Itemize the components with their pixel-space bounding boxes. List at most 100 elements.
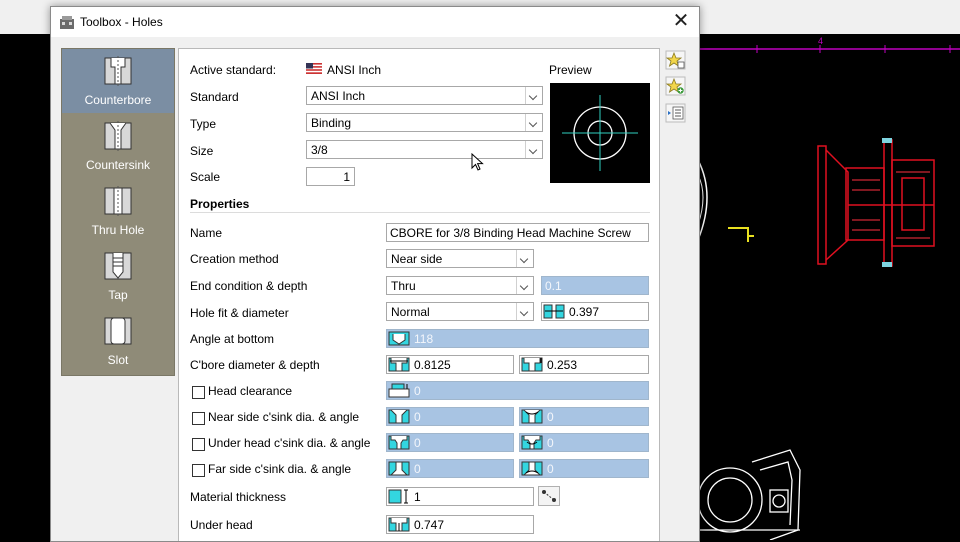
chevron-down-icon[interactable] <box>525 141 542 158</box>
toolbox-holes-dialog: Toolbox - Holes ✕ Counterbore Countersin… <box>50 6 700 542</box>
hole-fit-label: Hole fit & diameter <box>190 306 289 320</box>
type-select[interactable]: Binding <box>306 113 543 132</box>
standard-value: ANSI Inch <box>311 89 366 103</box>
hole-type-counterbore[interactable]: Counterbore <box>62 49 174 113</box>
far-csink-dia-icon <box>388 461 410 476</box>
material-thickness-value: 1 <box>414 490 421 504</box>
end-condition-label: End condition & depth <box>190 279 308 293</box>
under-head-csink-label: Under head c'sink dia. & angle <box>208 436 371 450</box>
active-standard-label: Active standard: <box>190 63 277 77</box>
cbore-diameter-input[interactable]: 0.8125 <box>386 355 514 374</box>
hole-type-sidebar: Counterbore Countersink Thru Hole Tap Sl… <box>61 48 175 376</box>
cbore-depth-icon <box>521 357 543 372</box>
creation-method-label: Creation method <box>190 252 279 266</box>
hole-type-slot[interactable]: Slot <box>62 309 174 373</box>
add-to-favorites-button[interactable] <box>665 76 686 96</box>
ruler-label: 4 <box>818 36 823 46</box>
head-clearance-checkbox[interactable] <box>192 386 205 399</box>
far-csink-angle-input: 0 <box>519 459 649 478</box>
hole-type-label: Slot <box>107 353 129 367</box>
properties-divider <box>190 212 650 213</box>
chevron-down-icon[interactable] <box>516 303 533 320</box>
material-thickness-icon <box>388 489 408 504</box>
chevron-down-icon[interactable] <box>525 114 542 131</box>
scale-value: 1 <box>343 170 350 184</box>
under-head-input[interactable]: 0.747 <box>386 515 534 534</box>
under-head-csink-angle-icon <box>521 435 543 450</box>
under-head-value: 0.747 <box>414 518 445 532</box>
cbore-depth-input[interactable]: 0.253 <box>519 355 649 374</box>
far-csink-dia-value: 0 <box>414 462 421 476</box>
chevron-down-icon[interactable] <box>525 87 542 104</box>
under-head-csink-angle-input: 0 <box>519 433 649 452</box>
near-csink-angle-value: 0 <box>547 410 554 424</box>
cbore-diameter-value: 0.8125 <box>414 358 451 372</box>
type-label: Type <box>190 117 217 131</box>
near-csink-dia-value: 0 <box>414 410 421 424</box>
window-title: Toolbox - Holes <box>80 15 163 29</box>
scale-input[interactable]: 1 <box>306 167 355 186</box>
end-condition-value: Thru <box>391 279 416 293</box>
measure-icon <box>542 490 556 502</box>
far-csink-label: Far side c'sink dia. & angle <box>208 462 352 476</box>
size-label: Size <box>190 144 214 158</box>
material-thickness-label: Material thickness <box>190 490 287 504</box>
hole-fit-select[interactable]: Normal <box>386 302 534 321</box>
head-clearance-icon <box>388 383 410 398</box>
head-clearance-value: 0 <box>414 384 421 398</box>
name-input[interactable]: CBORE for 3/8 Binding Head Machine Screw <box>386 223 649 242</box>
measure-button[interactable] <box>538 486 560 506</box>
drill-angle-icon <box>388 331 410 346</box>
material-thickness-input[interactable]: 1 <box>386 487 534 506</box>
us-flag-icon <box>306 63 322 74</box>
close-icon: ✕ <box>672 10 690 32</box>
size-select[interactable]: 3/8 <box>306 140 543 159</box>
chevron-down-icon[interactable] <box>516 277 533 294</box>
close-button[interactable]: ✕ <box>663 7 699 37</box>
near-csink-dia-icon <box>388 409 410 424</box>
hole-type-thru-hole[interactable]: Thru Hole <box>62 179 174 243</box>
star-add-icon <box>665 76 686 96</box>
under-head-csink-dia-input: 0 <box>386 433 514 452</box>
chevron-down-icon[interactable] <box>516 250 533 267</box>
preview-drawing <box>562 95 638 171</box>
type-value: Binding <box>311 116 352 130</box>
toolbox-icon <box>60 16 74 29</box>
countersink-icon <box>104 121 132 151</box>
size-value: 3/8 <box>311 143 328 157</box>
under-head-csink-dia-icon <box>388 435 410 450</box>
hole-type-label: Tap <box>108 288 128 302</box>
near-csink-checkbox[interactable] <box>192 412 205 425</box>
near-csink-dia-input: 0 <box>386 407 514 426</box>
under-head-csink-checkbox[interactable] <box>192 438 205 451</box>
hole-fit-value: Normal <box>391 305 430 319</box>
under-head-label: Under head <box>190 518 253 532</box>
creation-method-value: Near side <box>391 252 443 266</box>
angle-bottom-label: Angle at bottom <box>190 332 275 346</box>
angle-bottom-input: 118 <box>386 329 649 348</box>
hole-type-tap[interactable]: Tap <box>62 244 174 308</box>
hole-diameter-input[interactable]: 0.397 <box>541 302 649 321</box>
hole-diameter-value: 0.397 <box>569 305 600 319</box>
hole-settings-panel: Active standard: ANSI Inch Preview Stand… <box>178 48 660 541</box>
counterbore-icon <box>104 56 132 86</box>
end-condition-select[interactable]: Thru <box>386 276 534 295</box>
name-label: Name <box>190 226 223 240</box>
end-depth-value: 0.1 <box>545 279 562 293</box>
standard-select[interactable]: ANSI Inch <box>306 86 543 105</box>
cbore-depth-value: 0.253 <box>547 358 578 372</box>
hole-type-countersink[interactable]: Countersink <box>62 114 174 178</box>
far-csink-checkbox[interactable] <box>192 464 205 477</box>
cbore-label: C'bore diameter & depth <box>190 358 320 372</box>
slot-icon <box>104 317 132 345</box>
standard-label: Standard <box>190 90 239 104</box>
name-value: CBORE for 3/8 Binding Head Machine Screw <box>390 226 631 240</box>
preview-label: Preview <box>549 63 592 77</box>
active-standard-value: ANSI Inch <box>327 63 382 77</box>
add-favorite-button[interactable] <box>665 50 686 70</box>
favorites-list-button[interactable] <box>665 103 686 123</box>
hole-type-label: Thru Hole <box>91 223 145 237</box>
thru-hole-icon <box>104 186 132 216</box>
far-csink-angle-value: 0 <box>547 462 554 476</box>
creation-method-select[interactable]: Near side <box>386 249 534 268</box>
